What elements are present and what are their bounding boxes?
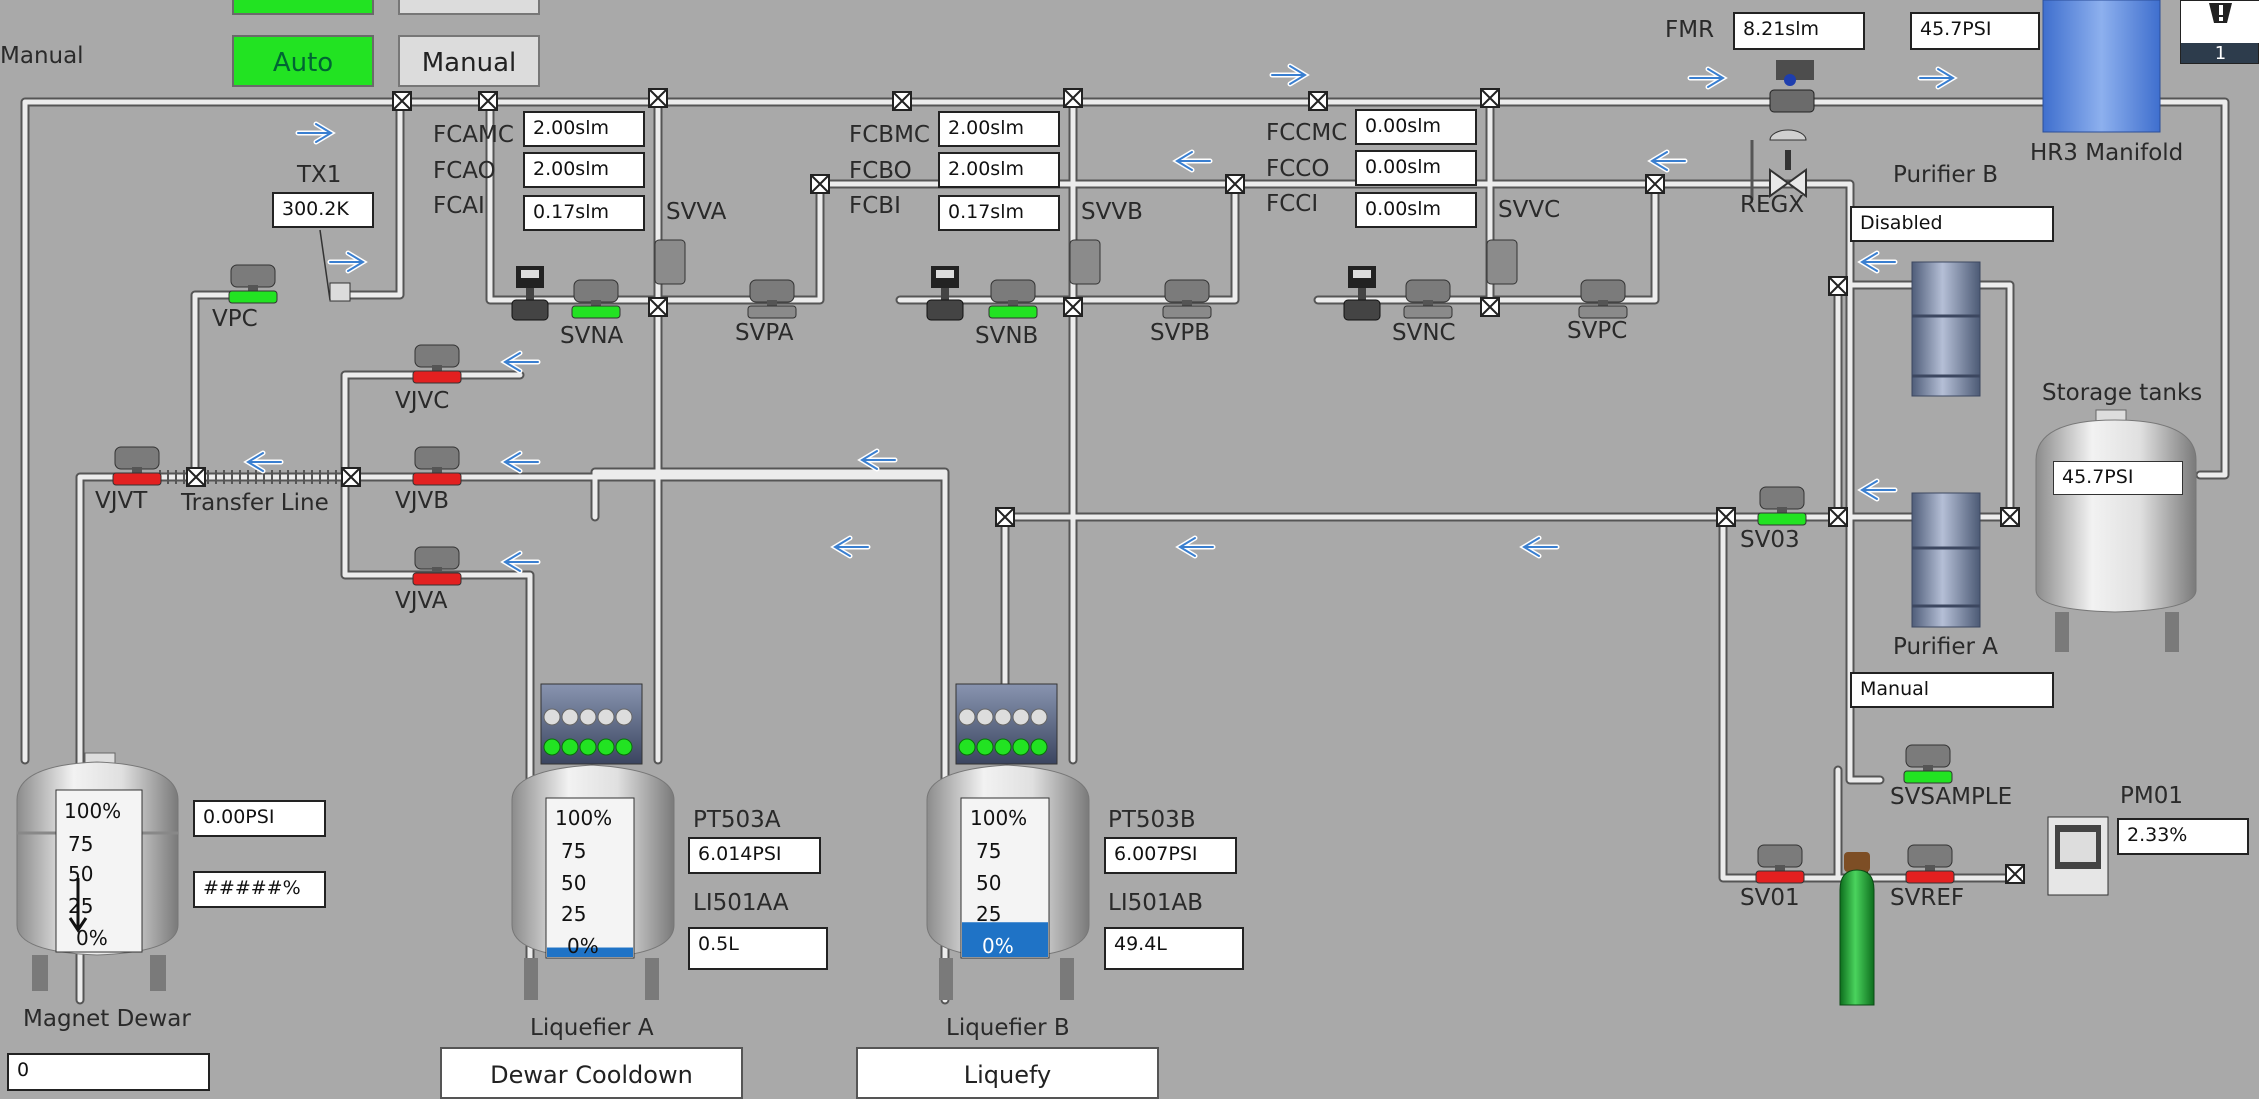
magnet-dewar-gauge-75: 75	[68, 832, 94, 856]
liquefier-a-gauge-75: 75	[561, 839, 587, 863]
alarm-count: 1	[2214, 43, 2227, 64]
fcco-label: FCCO	[1266, 156, 1330, 182]
magnet-dewar-gauge-100: 100%	[64, 799, 122, 823]
fcci-label: FCCI	[1266, 191, 1319, 217]
valve-regx-label[interactable]: REGX	[1740, 192, 1804, 218]
purifier-a-label: Purifier A	[1893, 634, 1999, 660]
magnet-dewar-gauge-0: 0%	[76, 926, 108, 950]
liquefier-a-gauge-0: 0%	[567, 934, 599, 958]
liquefier-b-pt-value: 6.007PSI	[1104, 837, 1237, 874]
manual-button[interactable]: Manual	[398, 35, 540, 87]
auto-button[interactable]: Auto	[232, 35, 374, 87]
valve-svnb-label[interactable]: SVNB	[975, 323, 1038, 349]
valve-sv03-label[interactable]: SV03	[1740, 527, 1800, 553]
valve-svsample-label[interactable]: SVSAMPLE	[1890, 784, 2012, 810]
liquefier-b-gauge-100: 100%	[970, 806, 1028, 830]
valve-vjva-label[interactable]: VJVA	[395, 588, 448, 614]
liquefy-button[interactable]: Liquefy	[856, 1047, 1159, 1099]
liquefier-b-gauge-25: 25	[976, 902, 1002, 926]
tx1-label: TX1	[297, 162, 342, 188]
alarm-indicator[interactable]: 1	[2180, 0, 2259, 64]
fcbo-label: FCBO	[849, 158, 912, 184]
magnet-dewar-gauge-50: 50	[68, 862, 94, 886]
fccmc-value: 0.00slm	[1355, 109, 1477, 145]
fcai-label: FCAI	[433, 193, 485, 219]
valve-vjvc-label[interactable]: VJVC	[395, 388, 449, 414]
valve-vpc-label[interactable]: VPC	[212, 306, 258, 332]
fcamc-value: 2.00slm	[523, 111, 645, 147]
liquefier-a-label: Liquefier A	[530, 1015, 654, 1041]
liquefier-a-gauge-100: 100%	[555, 806, 613, 830]
pm01-value: 2.33%	[2117, 818, 2249, 855]
stop-button[interactable]	[398, 0, 540, 15]
magnet-dewar-input[interactable]: 0	[7, 1053, 210, 1091]
valve-svvc-label[interactable]: SVVC	[1498, 197, 1560, 223]
fcci-value: 0.00slm	[1355, 192, 1477, 228]
purifier-b-label: Purifier B	[1893, 162, 1999, 188]
fcai-value: 0.17slm	[523, 195, 645, 231]
magnet-dewar-level: #####%	[193, 871, 326, 908]
liquefier-a-li-label: LI501AA	[693, 890, 789, 916]
liquefier-b-gauge-50: 50	[976, 871, 1002, 895]
valve-vjvt-label[interactable]: VJVT	[95, 488, 147, 514]
liquefier-a-pt-value: 6.014PSI	[688, 837, 821, 874]
valve-svvb-label[interactable]: SVVB	[1081, 199, 1143, 225]
liquefier-b-gauge-75: 75	[976, 839, 1002, 863]
valve-sv01-label[interactable]: SV01	[1740, 885, 1800, 911]
valve-svpb-label[interactable]: SVPB	[1150, 320, 1210, 346]
valve-svpc-label[interactable]: SVPC	[1567, 318, 1627, 344]
valve-svna-label[interactable]: SVNA	[560, 323, 623, 349]
run-button[interactable]	[232, 0, 374, 15]
magnet-dewar-label: Magnet Dewar	[23, 1006, 191, 1032]
fcao-value: 2.00slm	[523, 152, 645, 188]
fcbmc-label: FCBMC	[849, 122, 930, 148]
liquefier-b-label: Liquefier B	[946, 1015, 1070, 1041]
tx1-value: 300.2K	[272, 192, 374, 228]
fcbo-value: 2.00slm	[938, 152, 1060, 188]
valve-svpa-label[interactable]: SVPA	[735, 320, 793, 346]
valve-vjvb-label[interactable]: VJVB	[395, 488, 449, 514]
fcco-value: 0.00slm	[1355, 150, 1477, 186]
magnet-dewar-gauge-25: 25	[68, 894, 94, 918]
fcbi-value: 0.17slm	[938, 195, 1060, 231]
liquefier-b-li-label: LI501AB	[1108, 890, 1204, 916]
fccmc-label: FCCMC	[1266, 120, 1348, 146]
fcbmc-value: 2.00slm	[938, 111, 1060, 147]
liquefier-a-li-value: 0.5L	[688, 927, 828, 970]
valve-svva-label[interactable]: SVVA	[666, 199, 726, 225]
warning-icon	[2181, 1, 2259, 43]
liquefier-a-pt-label: PT503A	[693, 807, 781, 833]
fmr-label: FMR	[1665, 17, 1715, 43]
fmr-value: 8.21slm	[1733, 12, 1865, 50]
purifier-b-status[interactable]: Disabled	[1850, 206, 2054, 242]
hr3-manifold-label: HR3 Manifold	[2030, 140, 2184, 166]
liquefier-b-pt-label: PT503B	[1108, 807, 1196, 833]
transfer-line-label: Transfer Line	[181, 490, 329, 516]
storage-tanks-label: Storage tanks	[2042, 380, 2203, 406]
liquefier-a-gauge-25: 25	[561, 902, 587, 926]
liquefier-b-gauge-0: 0%	[982, 934, 1014, 958]
valve-svnc-label[interactable]: SVNC	[1392, 320, 1456, 346]
valve-svref-label[interactable]: SVREF	[1890, 885, 1964, 911]
fcao-label: FCAO	[433, 158, 496, 184]
dewar-cooldown-button[interactable]: Dewar Cooldown	[440, 1047, 743, 1099]
pm01-label: PM01	[2120, 783, 2183, 809]
storage-pressure: 45.7PSI	[2053, 461, 2183, 495]
liquefier-a-gauge-50: 50	[561, 871, 587, 895]
magnet-dewar-pressure: 0.00PSI	[193, 800, 326, 837]
fcbi-label: FCBI	[849, 193, 901, 219]
header-pressure-value: 45.7PSI	[1910, 12, 2040, 50]
purifier-a-status[interactable]: Manual	[1850, 672, 2054, 708]
mode-label: Manual	[0, 43, 84, 69]
liquefier-b-li-value: 49.4L	[1104, 927, 1244, 970]
fcamc-label: FCAMC	[433, 122, 514, 148]
